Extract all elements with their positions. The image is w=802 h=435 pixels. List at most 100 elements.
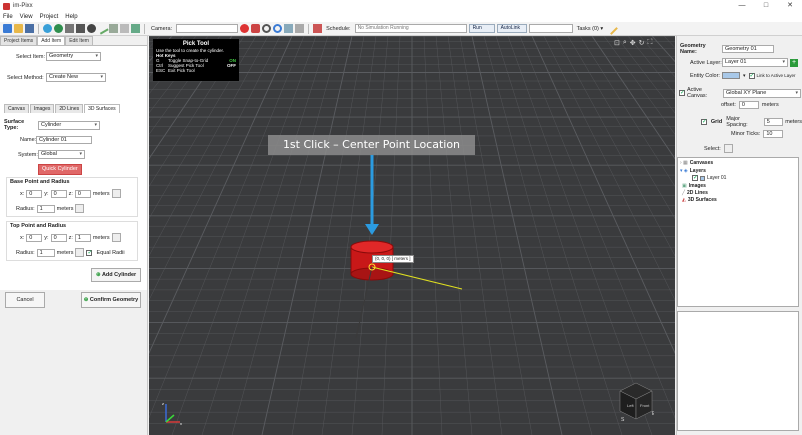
tasks-dropdown[interactable]: Tasks (0) ▾ xyxy=(577,26,604,32)
tree-item-3d-surfaces[interactable]: ◭ 3D Surfaces xyxy=(682,197,717,203)
tree-item-layer01[interactable]: Layer 01 xyxy=(692,174,726,181)
color-dropdown-icon[interactable]: ▾ xyxy=(743,73,746,79)
subtab-images[interactable]: Images xyxy=(29,104,55,113)
active-canvas-dropdown[interactable]: Global XY Plane xyxy=(723,88,801,98)
camera-snapshot-icon[interactable] xyxy=(251,24,261,33)
new-project-icon[interactable] xyxy=(3,24,12,33)
window-title: im-Pixx xyxy=(13,3,33,9)
name-input[interactable]: Cylinder 01 xyxy=(36,136,92,144)
quick-cylinder-button[interactable]: Quick Cylinder xyxy=(38,164,82,175)
top-units: meters xyxy=(92,234,110,241)
tree-item-2d-lines[interactable]: ╱ 2D Lines xyxy=(682,190,708,196)
link-active-layer-checkbox[interactable] xyxy=(748,72,755,79)
zoom-icon[interactable]: ⌕ xyxy=(623,39,627,47)
hotkey-row: ESC Exit Pick Tool xyxy=(156,68,236,73)
minimize-button[interactable]: — xyxy=(730,0,754,12)
base-radius-input[interactable]: 1 xyxy=(36,204,55,213)
select-method-dropdown[interactable]: Create New xyxy=(46,73,106,82)
globe-icon[interactable] xyxy=(43,24,52,33)
subtab-2d-lines[interactable]: 2D Lines xyxy=(55,104,84,113)
subtab-3d-surfaces[interactable]: 3D Surfaces xyxy=(84,104,120,113)
3d-viewport[interactable]: ⊡ ⌕ ✥ ↻ ⛶ Left Front E S z x xyxy=(149,36,675,435)
grid-checkbox[interactable] xyxy=(701,118,707,125)
save-icon[interactable] xyxy=(25,24,34,33)
run-button[interactable]: Run xyxy=(468,24,495,33)
offset-input[interactable]: 0 xyxy=(738,101,759,109)
menu-project[interactable]: Project xyxy=(40,14,59,20)
ruler-icon[interactable] xyxy=(120,24,129,33)
geometry-name-input[interactable]: Geometry 01 xyxy=(722,45,774,53)
task-search-input[interactable] xyxy=(528,24,573,33)
grid-label: Grid xyxy=(710,119,723,125)
network-icon[interactable] xyxy=(87,24,96,33)
select-item-dropdown[interactable]: Geometry xyxy=(46,52,101,61)
top-pick-icon[interactable] xyxy=(111,233,121,242)
confirm-geometry-button[interactable]: ⊕ Confirm Geometry xyxy=(81,292,141,308)
autolink-button[interactable]: AutoLink xyxy=(496,24,527,33)
tree-item-canvases[interactable]: › ▦ Canvases xyxy=(680,160,713,166)
add-layer-icon[interactable]: + xyxy=(790,58,798,67)
base-z-input[interactable]: 0 xyxy=(74,189,91,198)
surface-type-dropdown[interactable]: Cylinder xyxy=(38,120,100,130)
open-folder-icon[interactable] xyxy=(14,24,23,33)
grid-line xyxy=(149,36,173,63)
system-dropdown[interactable]: Global xyxy=(38,150,85,159)
line-tool-icon[interactable] xyxy=(96,22,109,35)
brush-icon[interactable] xyxy=(109,24,118,33)
layer-visibility-checkbox[interactable] xyxy=(692,174,698,181)
tab-edit-item[interactable]: Edit Item xyxy=(65,36,93,45)
grid-line xyxy=(149,36,257,219)
fullscreen-icon[interactable]: ⛶ xyxy=(648,39,653,47)
base-pick-icon[interactable] xyxy=(111,189,121,198)
camera-graph-icon[interactable] xyxy=(295,24,305,33)
surface-subtabs: Canvas Images 2D Lines 3D Surfaces xyxy=(4,104,121,113)
main-toolbar: Camera: Schedule: No Simulation Running … xyxy=(0,22,802,36)
schedule-select[interactable]: No Simulation Running xyxy=(354,24,467,33)
layers-icon[interactable] xyxy=(65,24,74,33)
cancel-button[interactable]: Cancel xyxy=(5,292,45,308)
base-y-input[interactable]: 0 xyxy=(50,189,67,198)
active-layer-dropdown[interactable]: Layer 01 xyxy=(722,58,788,67)
menu-help[interactable]: Help xyxy=(65,14,77,20)
top-radius-pick-icon[interactable] xyxy=(75,248,85,257)
active-canvas-checkbox[interactable] xyxy=(679,89,685,96)
pencil-icon[interactable] xyxy=(605,22,619,35)
maximize-button[interactable]: □ xyxy=(754,0,778,12)
select-tool-icon[interactable] xyxy=(723,144,733,153)
close-button[interactable]: ✕ xyxy=(778,0,802,12)
camera-export-icon[interactable] xyxy=(284,24,294,33)
active-layer-label: Active Layer: xyxy=(690,59,722,66)
tab-project-items[interactable]: Project Items xyxy=(0,36,38,45)
minor-ticks-input[interactable]: 10 xyxy=(763,130,784,138)
base-x-input[interactable]: 0 xyxy=(26,189,43,198)
camera-record-icon[interactable] xyxy=(240,24,250,33)
top-radius-input[interactable]: 1 xyxy=(36,248,55,257)
camera-select[interactable] xyxy=(176,24,239,33)
tab-add-item[interactable]: Add Item xyxy=(37,36,66,45)
image-icon[interactable] xyxy=(131,24,140,33)
grid-icon[interactable] xyxy=(76,24,85,33)
zoom-fit-icon[interactable]: ⊡ xyxy=(614,39,620,47)
rotate-icon[interactable]: ↻ xyxy=(639,39,645,47)
base-radius-pick-icon[interactable] xyxy=(75,204,85,213)
grid-line xyxy=(149,36,221,135)
subtab-canvas[interactable]: Canvas xyxy=(4,104,29,113)
grid-line xyxy=(171,36,317,435)
view-cube[interactable]: Left Front E S xyxy=(618,381,656,423)
menu-file[interactable]: File xyxy=(3,14,13,20)
pan-icon[interactable]: ✥ xyxy=(630,39,636,47)
tree-item-images[interactable]: ▣ Images xyxy=(682,183,706,189)
menu-view[interactable]: View xyxy=(20,14,33,20)
major-spacing-input[interactable]: 5 xyxy=(763,118,784,126)
camera-settings-icon[interactable] xyxy=(262,24,272,33)
camera-target-icon[interactable] xyxy=(273,24,283,33)
top-z-input[interactable]: 1 xyxy=(74,233,91,242)
equal-radii-checkbox[interactable] xyxy=(86,249,93,256)
add-cylinder-button[interactable]: ⊕ Add Cylinder xyxy=(91,268,142,282)
add-geometry-icon[interactable] xyxy=(54,24,63,33)
entity-color-swatch[interactable] xyxy=(722,72,740,79)
top-y-input[interactable]: 0 xyxy=(50,233,67,242)
select-method-label: Select Method: xyxy=(7,74,44,81)
grid-line xyxy=(543,36,675,301)
top-x-input[interactable]: 0 xyxy=(26,233,43,242)
